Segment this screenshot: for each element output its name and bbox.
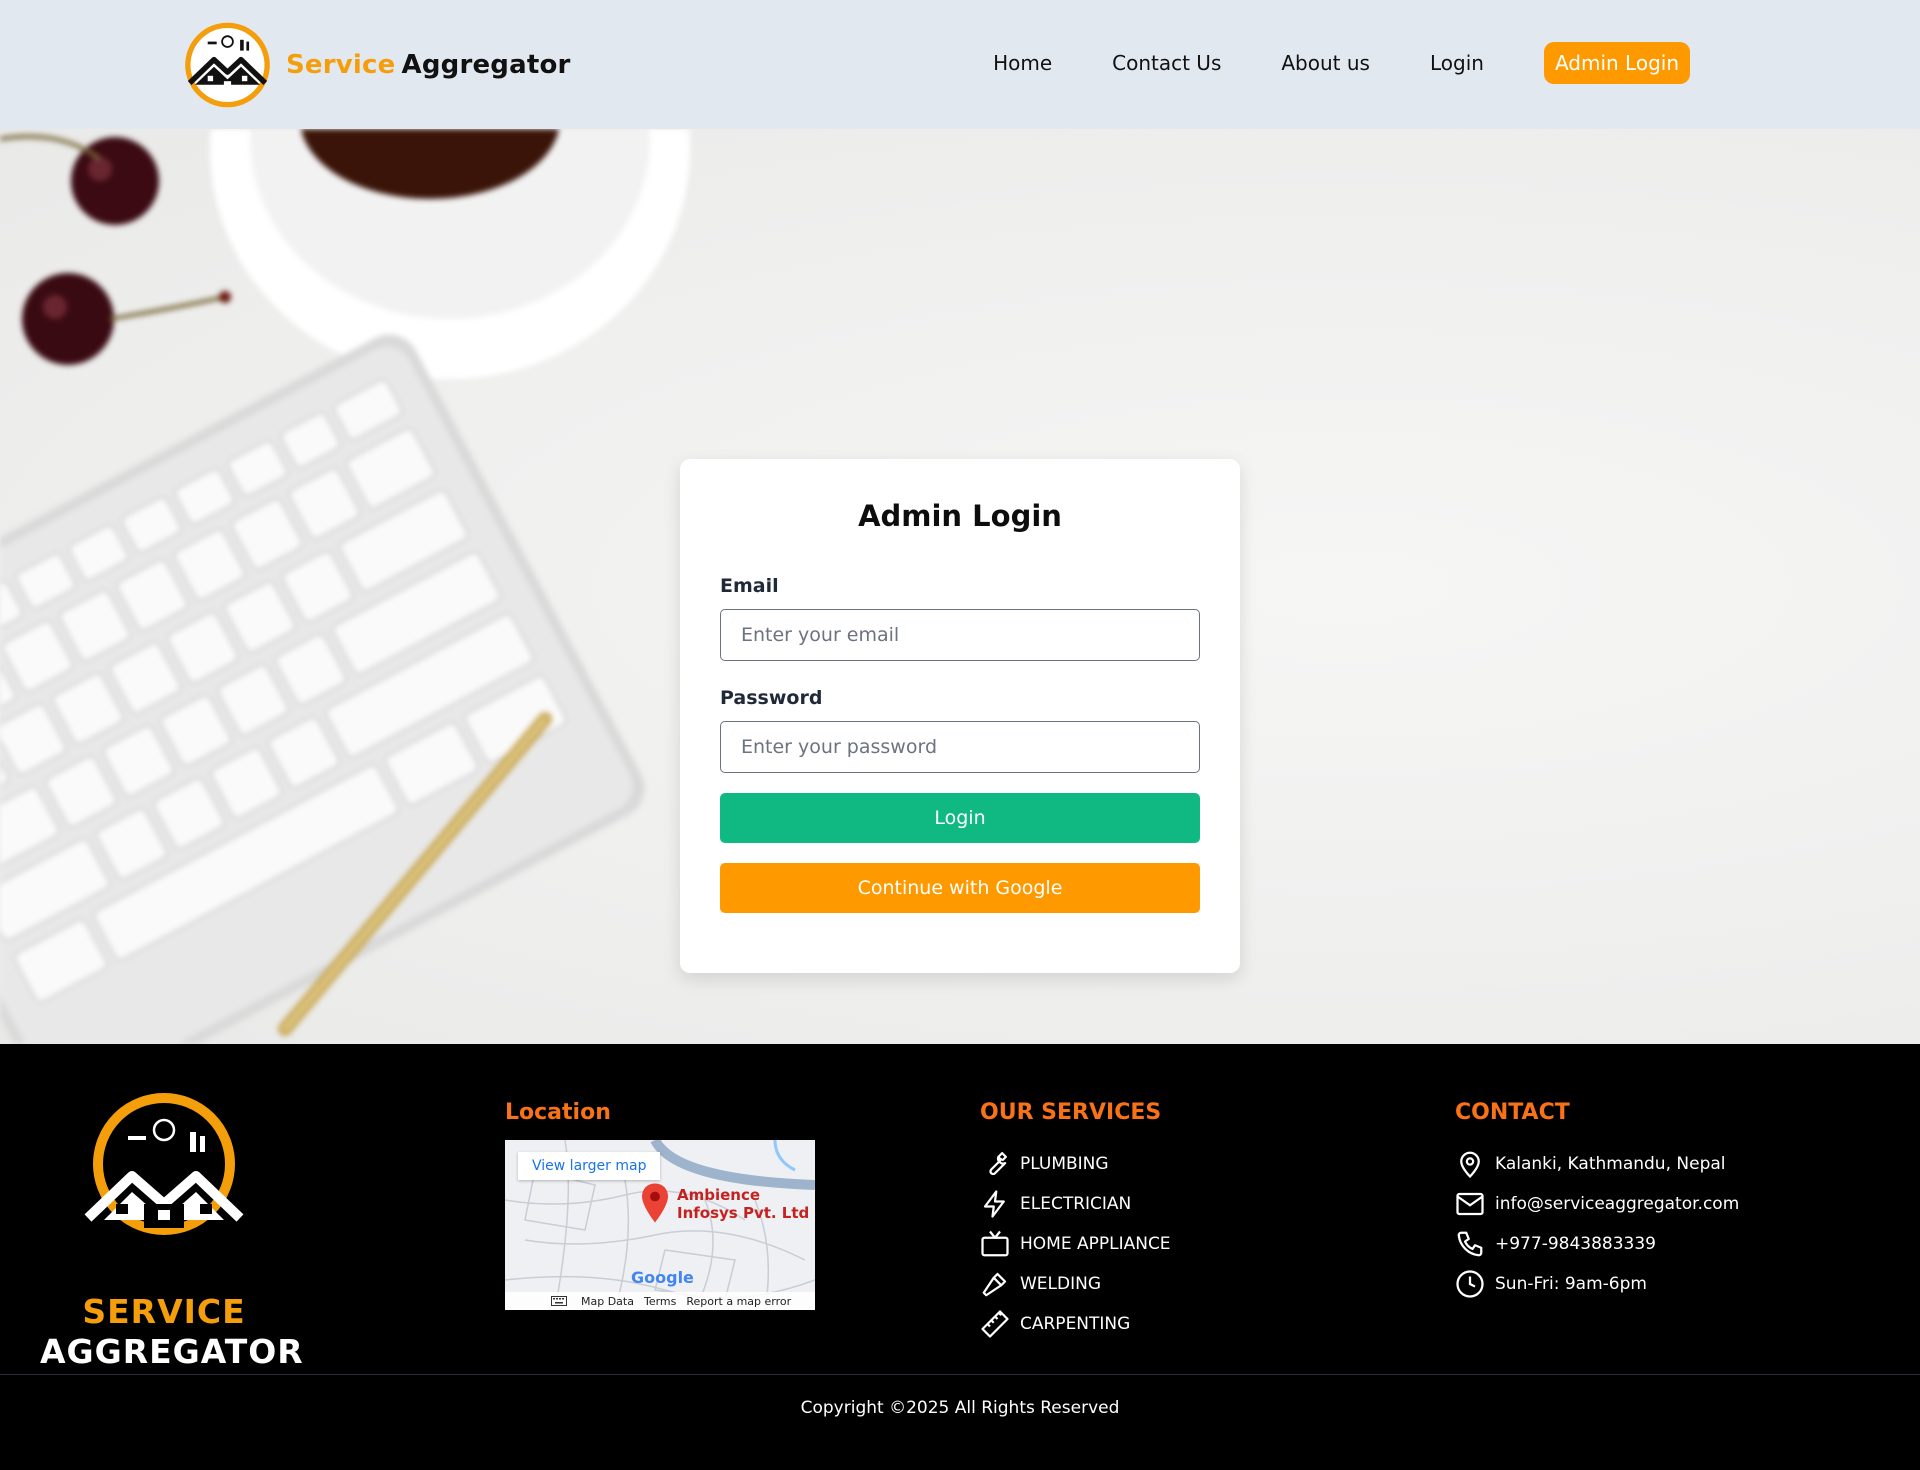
contact-title: CONTACT (1455, 1100, 1570, 1125)
contact-email[interactable]: info@serviceaggregator.com (1455, 1184, 1739, 1224)
wrench-icon (989, 1152, 1007, 1176)
service-label: HOME APPLIANCE (1020, 1234, 1171, 1254)
brand-word-service: Service (286, 50, 396, 80)
nav-about-link[interactable]: About us (1281, 51, 1370, 75)
service-home-appliance[interactable]: HOME APPLIANCE (980, 1224, 1171, 1264)
map-data-link[interactable]: Map Data (581, 1295, 634, 1308)
contact-label: info@serviceaggregator.com (1495, 1194, 1740, 1214)
login-button[interactable]: Login (720, 793, 1200, 843)
contact-label: Sun-Fri: 9am-6pm (1495, 1274, 1647, 1294)
admin-login-card: Admin Login Email Password Login Continu… (680, 459, 1240, 973)
hammer-icon (982, 1272, 1007, 1297)
service-aggregator-logo-icon (185, 22, 270, 108)
services-list: PLUMBING ELECTRICIAN HOME APPLIANCE WELD… (980, 1144, 1171, 1344)
contact-phone[interactable]: +977-9843883339 (1455, 1224, 1739, 1264)
nav-contact-link[interactable]: Contact Us (1112, 51, 1221, 75)
footer-logo-aggregator: AGGREGATOR (40, 1332, 304, 1371)
email-label: Email (720, 575, 779, 597)
clock-icon (1456, 1270, 1484, 1298)
service-label: CARPENTING (1020, 1314, 1131, 1334)
contact-list: Kalanki, Kathmandu, Nepal info@serviceag… (1455, 1144, 1739, 1304)
copyright-text: Copyright ©2025 All Rights Reserved (800, 1398, 1120, 1418)
continue-with-google-button[interactable]: Continue with Google (720, 863, 1200, 913)
map-terms-link[interactable]: Terms (644, 1295, 676, 1308)
nav-home-link[interactable]: Home (993, 51, 1052, 75)
contact-hours: Sun-Fri: 9am-6pm (1455, 1264, 1739, 1304)
map-place-line2: Infosys Pvt. Ltd (677, 1204, 810, 1222)
password-label: Password (720, 687, 823, 709)
map-attribution-bar: Map Data Terms Report a map error (505, 1292, 815, 1310)
nav-admin-login-button[interactable]: Admin Login (1543, 42, 1690, 84)
location-title: Location (505, 1100, 611, 1125)
contact-address: Kalanki, Kathmandu, Nepal (1455, 1144, 1739, 1184)
ruler-icon (981, 1310, 1009, 1338)
contact-label: Kalanki, Kathmandu, Nepal (1495, 1154, 1726, 1174)
footer-divider (0, 1374, 1920, 1375)
service-label: ELECTRICIAN (1020, 1194, 1132, 1214)
service-aggregator-logo-icon (84, 1093, 244, 1235)
brand[interactable]: Service Aggregator (181, 20, 571, 110)
service-carpenting[interactable]: CARPENTING (980, 1304, 1171, 1344)
footer-logo: SERVICE AGGREGATOR (40, 1092, 304, 1372)
mail-icon (1456, 1192, 1484, 1216)
map-place-line1: Ambience (677, 1186, 761, 1204)
tv-icon (981, 1230, 1009, 1257)
services-title: OUR SERVICES (980, 1100, 1162, 1125)
location-pin-icon (1460, 1151, 1480, 1179)
map-pin-icon (642, 1183, 668, 1223)
brand-word-aggregator: Aggregator (401, 50, 571, 80)
card-title: Admin Login (858, 499, 1062, 533)
hero-background: Admin Login Email Password Login Continu… (0, 129, 1920, 1044)
email-input[interactable] (720, 609, 1200, 661)
google-logo: Google (631, 1268, 694, 1287)
brand-name: Service Aggregator (286, 50, 571, 80)
footer: SERVICE AGGREGATOR Location View larger … (0, 1044, 1920, 1470)
location-map[interactable]: View larger map Ambience Infosys Pvt. Lt… (505, 1140, 815, 1310)
nav-login-link[interactable]: Login (1430, 51, 1484, 75)
footer-logo-service: SERVICE (82, 1292, 246, 1331)
nav-links: Home Contact Us About us Login Admin Log… (993, 42, 1690, 84)
password-input[interactable] (720, 721, 1200, 773)
navbar: Service Aggregator Home Contact Us About … (0, 0, 1920, 129)
lightning-icon (983, 1190, 1005, 1218)
report-map-error-link[interactable]: Report a map error (686, 1295, 791, 1308)
service-electrician[interactable]: ELECTRICIAN (980, 1184, 1171, 1224)
service-welding[interactable]: WELDING (980, 1264, 1171, 1304)
map-place-label: Ambience Infosys Pvt. Ltd (677, 1186, 809, 1222)
view-larger-map-link[interactable]: View larger map (518, 1152, 661, 1180)
contact-label: +977-9843883339 (1495, 1234, 1656, 1254)
service-plumbing[interactable]: PLUMBING (980, 1144, 1171, 1184)
keyboard-icon (551, 1296, 567, 1306)
service-label: WELDING (1020, 1274, 1102, 1294)
phone-icon (1457, 1231, 1483, 1257)
service-label: PLUMBING (1020, 1154, 1109, 1174)
